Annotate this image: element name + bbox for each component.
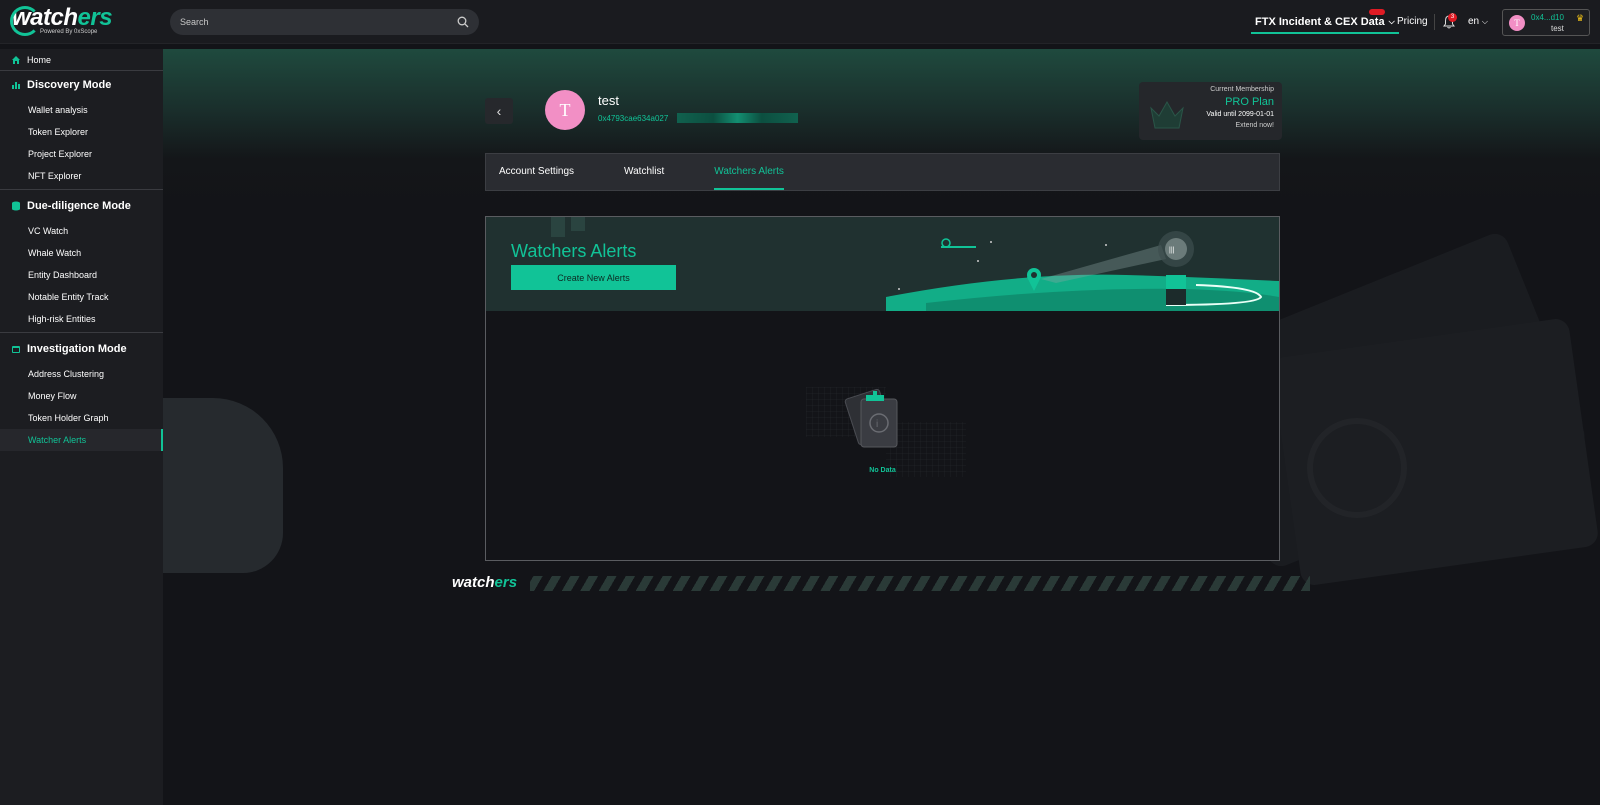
profile-address[interactable]: 0x4793cae634a027: [598, 114, 668, 123]
sidebar-item-wallet-analysis[interactable]: Wallet analysis: [0, 99, 163, 121]
search-bar: [170, 9, 479, 35]
user-address: 0x4...d10: [1531, 13, 1564, 22]
svg-text:i: i: [876, 419, 878, 430]
address-redaction: [677, 113, 798, 123]
logo-text-accent: ers: [77, 4, 113, 31]
ftx-incident-label: FTX Incident & CEX Data: [1255, 16, 1385, 28]
chevron-left-icon: ‹: [496, 103, 502, 119]
sidebar-item-token-explorer[interactable]: Token Explorer: [0, 121, 163, 143]
membership-label: Current Membership: [1210, 86, 1274, 93]
calendar-icon: [12, 346, 20, 353]
footer-logo-main: watch: [452, 574, 495, 591]
chevron-down-icon: ⌵: [1481, 17, 1488, 26]
sidebar-item-watcher-alerts[interactable]: Watcher Alerts: [0, 429, 163, 451]
footer-logo-accent: ers: [494, 574, 518, 591]
search-icon[interactable]: [457, 16, 469, 28]
logo-subtitle: Powered By 0xScope: [40, 29, 98, 35]
footer-logo: watch ers: [452, 574, 517, 591]
svg-text:|||: |||: [1169, 247, 1175, 254]
sidebar-item-entity-dashboard[interactable]: Entity Dashboard: [0, 264, 163, 286]
sidebar-section-title: Investigation Mode: [27, 343, 127, 355]
decorative-circle: [1307, 418, 1407, 518]
topbar-divider: [1434, 14, 1435, 30]
sidebar-section-due-diligence[interactable]: Due-diligence Mode: [0, 192, 163, 220]
sidebar-item-token-holder-graph[interactable]: Token Holder Graph: [0, 407, 163, 429]
crown-icon: ♛: [1576, 13, 1585, 23]
sidebar-item-project-explorer[interactable]: Project Explorer: [0, 143, 163, 165]
footer-stripes: [530, 576, 1310, 591]
empty-clipboard-icon: i: [806, 387, 966, 477]
tab-watchlist[interactable]: Watchlist: [624, 154, 664, 190]
sidebar-section-title: Discovery Mode: [27, 79, 112, 91]
sidebar-item-notable-entity-track[interactable]: Notable Entity Track: [0, 286, 163, 308]
user-name: test: [1551, 24, 1564, 33]
sidebar-section-investigation[interactable]: Investigation Mode: [0, 335, 163, 363]
language-selector[interactable]: en ⌵: [1468, 16, 1488, 27]
tab-account-settings[interactable]: Account Settings: [499, 154, 574, 190]
account-tabs: Account Settings Watchlist Watchers Aler…: [485, 153, 1280, 191]
membership-card: Current Membership PRO Plan Valid until …: [1139, 82, 1282, 140]
pricing-link[interactable]: Pricing: [1397, 16, 1428, 27]
top-bar: watchers Powered By 0xScope FTX Incident…: [0, 0, 1600, 44]
home-icon: [12, 55, 20, 64]
user-menu[interactable]: T 0x4...d10 ♛ test: [1502, 9, 1590, 36]
sidebar: Home Discovery Mode Wallet analysis Toke…: [0, 49, 163, 805]
banner-decoration: [551, 217, 585, 237]
alerts-panel: Watchers Alerts Create New Alerts ||| i …: [485, 216, 1280, 561]
user-avatar: T: [1509, 15, 1525, 31]
chevron-down-icon: ⌵: [1388, 17, 1395, 26]
sidebar-divider: [0, 189, 163, 190]
no-data-text: No Data: [869, 467, 896, 474]
notification-badge: 3: [1448, 13, 1457, 22]
sidebar-item-high-risk-entities[interactable]: High-risk Entities: [0, 308, 163, 330]
logo-ring-icon: [10, 6, 40, 36]
create-new-alerts-button[interactable]: Create New Alerts: [511, 265, 676, 290]
profile-name: test: [598, 93, 619, 108]
ftx-incident-menu[interactable]: FTX Incident & CEX Data ⌵: [1251, 9, 1399, 34]
profile-avatar: T: [545, 90, 585, 130]
new-badge: [1368, 9, 1385, 15]
back-button[interactable]: ‹: [485, 98, 513, 124]
sidebar-item-money-flow[interactable]: Money Flow: [0, 385, 163, 407]
tab-watchers-alerts[interactable]: Watchers Alerts: [714, 154, 784, 190]
decorative-shape: [163, 398, 283, 573]
sidebar-item-label: Home: [27, 54, 52, 65]
sidebar-section-title: Due-diligence Mode: [27, 200, 131, 212]
search-input[interactable]: [180, 17, 457, 27]
alerts-banner: Watchers Alerts Create New Alerts |||: [486, 217, 1279, 311]
sidebar-section-discovery[interactable]: Discovery Mode: [0, 71, 163, 99]
sidebar-item-whale-watch[interactable]: Whale Watch: [0, 242, 163, 264]
sidebar-item-vc-watch[interactable]: VC Watch: [0, 220, 163, 242]
bar-chart-icon: [12, 82, 20, 89]
sidebar-divider: [0, 332, 163, 333]
lighthouse-illustration: |||: [886, 231, 1279, 311]
language-label: en: [1468, 16, 1480, 27]
sidebar-item-nft-explorer[interactable]: NFT Explorer: [0, 165, 163, 187]
database-icon: [12, 201, 20, 211]
sidebar-item-home[interactable]: Home: [0, 49, 163, 71]
alerts-title: Watchers Alerts: [511, 241, 637, 261]
watchers-logo[interactable]: watchers Powered By 0xScope: [10, 4, 113, 38]
crown-icon: [1150, 100, 1184, 129]
sidebar-item-address-clustering[interactable]: Address Clustering: [0, 363, 163, 385]
